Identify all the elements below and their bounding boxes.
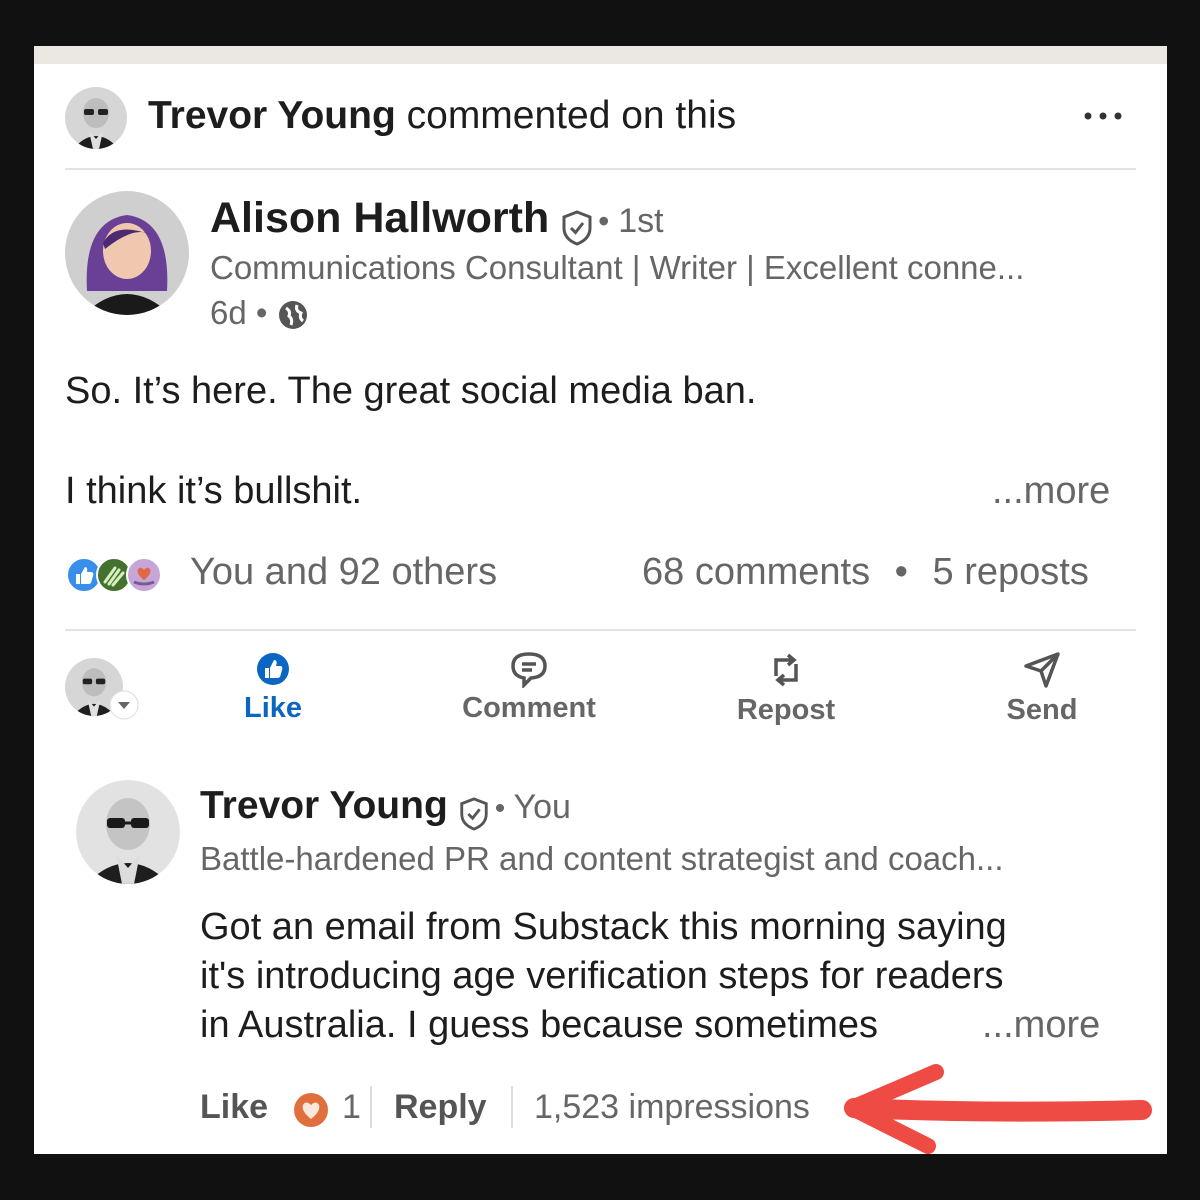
counts-separator: • xyxy=(894,551,908,593)
comment-author-name[interactable]: Trevor Young xyxy=(200,784,448,827)
post-text-line-1: So. It’s here. The great social media ba… xyxy=(65,370,757,412)
like-icon xyxy=(173,650,373,688)
connection-degree: 1st xyxy=(618,202,664,240)
reposts-count-link[interactable]: 5 reposts xyxy=(933,551,1089,593)
more-horizontal-icon[interactable] xyxy=(1082,110,1124,122)
support-reaction-icon xyxy=(125,556,163,594)
linkedin-feed-card: Trevor Young commented on this Alison Ha… xyxy=(34,46,1167,1154)
comment-actions-divider xyxy=(370,1086,372,1128)
post-author-name[interactable]: Alison Hallworth xyxy=(210,194,549,242)
comment-author-headline: Battle-hardened PR and content strategis… xyxy=(200,840,1004,877)
post-author-line: Alison Hallworth • 1st xyxy=(210,194,664,246)
reactions-summary[interactable]: You and 92 others xyxy=(190,551,497,594)
comment-text-line-1: Got an email from Substack this morning … xyxy=(200,906,1007,948)
verified-shield-icon xyxy=(560,210,594,246)
counts-divider xyxy=(65,629,1136,631)
send-icon xyxy=(942,650,1142,690)
comment-reply-button[interactable]: Reply xyxy=(394,1088,487,1127)
comment-relation: You xyxy=(513,788,571,826)
alison-avatar[interactable] xyxy=(65,191,189,315)
header-divider xyxy=(65,168,1136,170)
post-age: 6d xyxy=(210,294,247,331)
like-button[interactable]: Like xyxy=(173,650,373,725)
comment-icon xyxy=(429,650,629,688)
comment-label: Comment xyxy=(462,692,596,724)
actor-switcher[interactable] xyxy=(65,658,145,720)
comment-text-line-2: it's introducing age verification steps … xyxy=(200,955,1004,997)
comments-count: 68 comments • 5 reposts xyxy=(642,551,1089,594)
comment-impressions[interactable]: 1,523 impressions xyxy=(534,1088,810,1127)
comment-like-button[interactable]: Like xyxy=(200,1088,268,1126)
globe-icon xyxy=(277,299,309,331)
love-reaction-icon[interactable] xyxy=(292,1091,330,1129)
card-top-strip xyxy=(34,46,1167,64)
post-meta: 6d • xyxy=(210,294,309,332)
like-label: Like xyxy=(243,692,303,724)
activity-actor-name[interactable]: Trevor Young xyxy=(148,94,396,137)
repost-button[interactable]: Repost xyxy=(686,650,886,727)
comment-reaction-count: 1 xyxy=(342,1088,361,1126)
comments-count-link[interactable]: 68 comments xyxy=(642,551,870,593)
comment-actions-divider-2 xyxy=(511,1086,513,1128)
post-more-link[interactable]: ...more xyxy=(992,470,1110,513)
comment-text-line-3: in Australia. I guess because sometimes xyxy=(200,1004,879,1046)
activity-header: Trevor Young commented on this xyxy=(148,94,736,138)
comment-more-link[interactable]: ...more xyxy=(982,1004,1100,1047)
comment-button[interactable]: Comment xyxy=(429,650,629,725)
send-button[interactable]: Send xyxy=(942,650,1142,727)
verified-shield-icon xyxy=(458,797,490,831)
comment-author-avatar[interactable] xyxy=(76,780,180,884)
post-author-headline: Communications Consultant | Writer | Exc… xyxy=(210,249,1025,286)
activity-action-text: commented on this xyxy=(406,94,737,137)
post-text-line-2: I think it’s bullshit. xyxy=(65,470,363,512)
send-label: Send xyxy=(1006,694,1078,726)
repost-icon xyxy=(686,650,886,690)
chevron-down-icon xyxy=(109,690,139,720)
comment-author-line: Trevor Young • You xyxy=(200,784,571,831)
reaction-icons[interactable] xyxy=(65,554,175,594)
comment-actions: Like xyxy=(200,1088,268,1127)
trevor-avatar-small[interactable] xyxy=(65,87,127,149)
annotation-arrow xyxy=(842,1064,1152,1154)
repost-label: Repost xyxy=(736,694,836,726)
